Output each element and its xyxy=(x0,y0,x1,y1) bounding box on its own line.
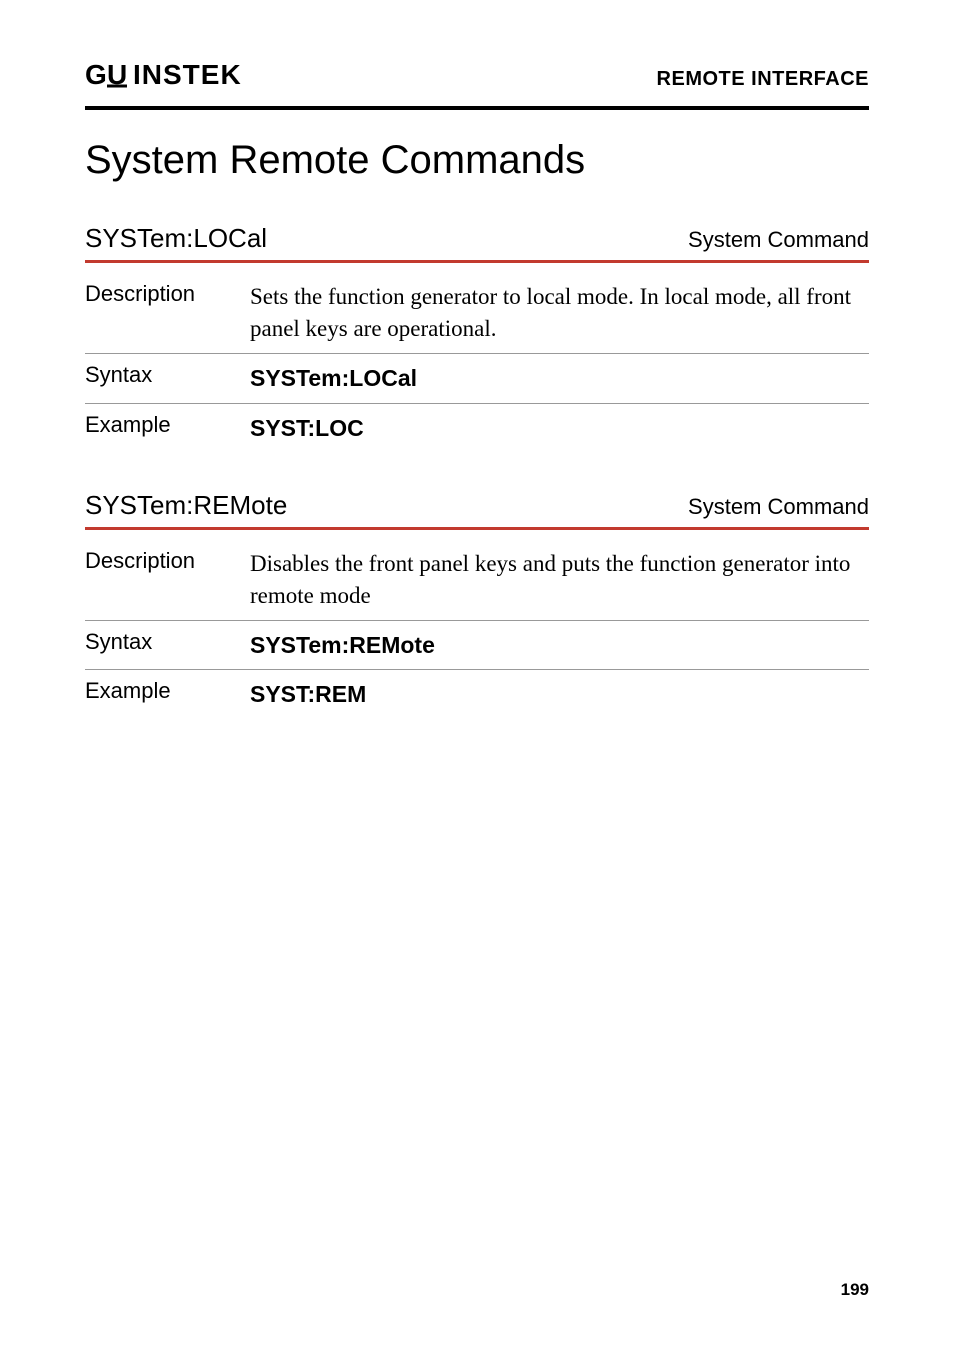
page-number: 199 xyxy=(841,1280,869,1300)
brand-logo: G U INSTEK xyxy=(85,60,275,98)
command-block: SYSTem:REMote System Command DescriptionDi… xyxy=(85,490,869,719)
row-label: Description xyxy=(85,281,250,307)
command-header: SYSTem:REMote System Command xyxy=(85,490,869,521)
command-block: SYSTem:LOCal System Command DescriptionSet… xyxy=(85,223,869,452)
section-label: REMOTE INTERFACE xyxy=(657,68,869,91)
command-row: DescriptionDisables the front panel keys… xyxy=(85,540,869,621)
row-label: Example xyxy=(85,678,250,704)
command-name: SYSTem:REMote xyxy=(85,490,287,521)
red-divider xyxy=(85,260,869,263)
command-row: DescriptionSets the function generator t… xyxy=(85,273,869,354)
row-label: Example xyxy=(85,412,250,438)
row-label: Description xyxy=(85,548,250,574)
row-value: SYST:REM xyxy=(250,678,869,710)
row-value: Disables the front panel keys and puts t… xyxy=(250,548,869,612)
row-label: Syntax xyxy=(85,629,250,655)
red-divider xyxy=(85,527,869,530)
row-label: Syntax xyxy=(85,362,250,388)
row-value: Sets the function generator to local mod… xyxy=(250,281,869,345)
command-row: SyntaxSYSTem:REMote xyxy=(85,621,869,670)
command-row: ExampleSYST:LOC xyxy=(85,404,869,452)
commands-container: SYSTem:LOCalSystem CommandDescriptionSet… xyxy=(85,223,869,719)
header-divider xyxy=(85,106,869,110)
page-title: System Remote Commands xyxy=(85,138,869,183)
command-row: SyntaxSYSTem:LOCal xyxy=(85,354,869,403)
command-type: System Command xyxy=(688,227,869,253)
command-type: System Command xyxy=(688,494,869,520)
row-value: SYSTem:REMote xyxy=(250,629,869,661)
command-row: ExampleSYST:REM xyxy=(85,670,869,718)
svg-text:INSTEK: INSTEK xyxy=(133,60,242,90)
row-value: SYSTem:LOCal xyxy=(250,362,869,394)
command-name: SYSTem:LOCal xyxy=(85,223,267,254)
command-header: SYSTem:LOCal System Command xyxy=(85,223,869,254)
row-value: SYST:LOC xyxy=(250,412,869,444)
svg-text:G: G xyxy=(85,60,108,90)
page-header: G U INSTEK REMOTE INTERFACE xyxy=(85,60,869,98)
